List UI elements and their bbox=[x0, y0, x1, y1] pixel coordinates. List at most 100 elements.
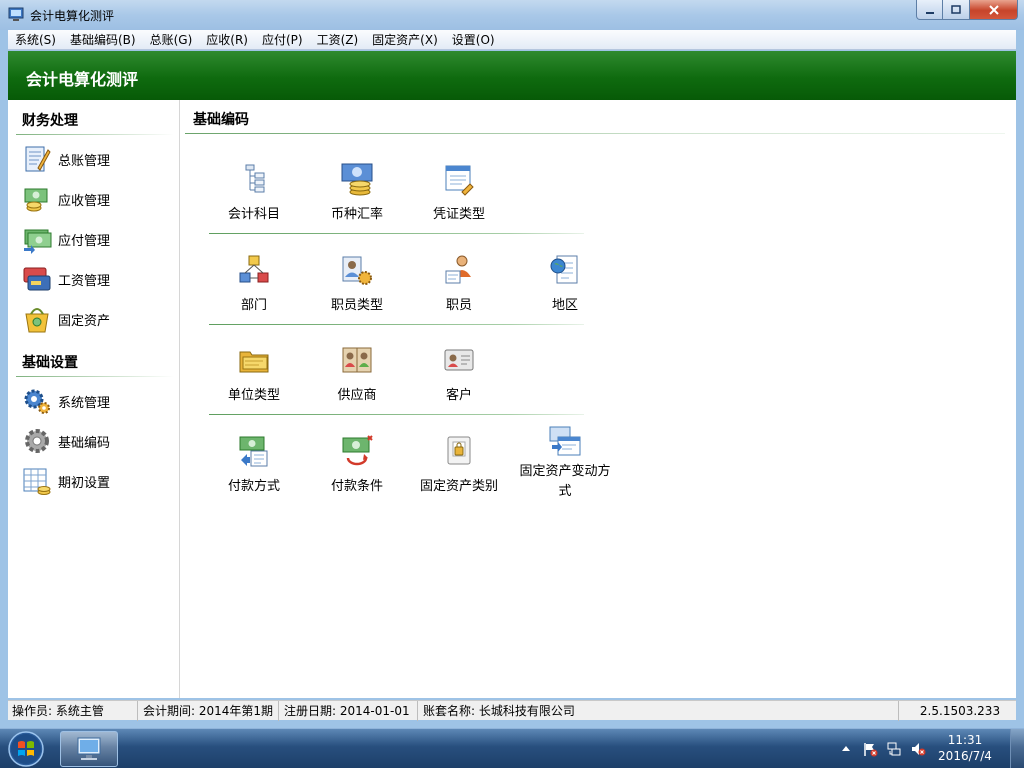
ledger-icon bbox=[25, 146, 51, 172]
sidebar-item-label: 应收管理 bbox=[58, 193, 111, 209]
tile-currency-rates[interactable]: 币种汇率 bbox=[307, 162, 407, 225]
tile-fixed-asset-change-methods[interactable]: 固定资产变动方式 bbox=[515, 425, 615, 502]
sidebar-section-finance: 财务处理 bbox=[22, 113, 78, 129]
sidebar-item-ledger[interactable]: 总账管理 bbox=[22, 143, 172, 175]
menu-payroll[interactable]: 工资(Z) bbox=[310, 30, 366, 49]
tile-fixed-asset-categories[interactable]: 固定资产类别 bbox=[409, 434, 509, 497]
page-title: 基础编码 bbox=[193, 112, 249, 128]
sidebar-item-basic-codes[interactable]: 基础编码 bbox=[22, 425, 172, 457]
tile-label: 单位类型 bbox=[227, 388, 280, 403]
volume-muted-icon[interactable] bbox=[910, 741, 926, 757]
status-bar: 操作员: 系统主管 会计期间: 2014年第1期 注册日期: 2014-01-0… bbox=[8, 700, 1016, 721]
receivable-icon bbox=[24, 188, 48, 212]
sidebar-item-label: 固定资产 bbox=[58, 313, 111, 329]
status-accounting-period: 会计期间: 2014年第1期 bbox=[139, 701, 279, 721]
asset-category-icon bbox=[447, 436, 471, 465]
folder-icon bbox=[239, 351, 269, 373]
sidebar-item-system-management[interactable]: 系统管理 bbox=[22, 385, 172, 417]
menu-basic-codes[interactable]: 基础编码(B) bbox=[63, 30, 143, 49]
maximize-button[interactable] bbox=[943, 0, 970, 20]
row-divider bbox=[209, 414, 584, 415]
taskbar: 11:31 2016/7/4 bbox=[0, 728, 1024, 768]
clock-time: 11:31 bbox=[947, 733, 983, 747]
clock-date: 2016/7/4 bbox=[938, 749, 992, 763]
tile-label: 付款方式 bbox=[227, 479, 280, 494]
close-button[interactable] bbox=[970, 0, 1018, 20]
status-version: 2.5.1503.233 bbox=[919, 704, 1001, 718]
tile-customers[interactable]: 客户 bbox=[409, 343, 509, 406]
sidebar-item-opening-settings[interactable]: 期初设置 bbox=[22, 465, 172, 497]
title-bar[interactable]: 会计电算化测评 bbox=[0, 0, 1024, 30]
show-desktop-button[interactable] bbox=[1010, 729, 1024, 768]
minimize-icon bbox=[925, 11, 934, 14]
tile-suppliers[interactable]: 供应商 bbox=[307, 343, 407, 406]
tile-accounting-subjects[interactable]: 会计科目 bbox=[204, 162, 304, 225]
sidebar-item-label: 工资管理 bbox=[58, 273, 111, 289]
fixed-asset-icon bbox=[25, 308, 49, 333]
tile-label: 客户 bbox=[445, 388, 472, 403]
app-icon bbox=[8, 7, 24, 21]
payable-icon bbox=[24, 229, 52, 254]
show-hidden-icons-icon[interactable] bbox=[838, 741, 854, 757]
payroll-icon bbox=[23, 267, 51, 291]
system-gears-icon bbox=[24, 389, 50, 414]
sidebar: 财务处理 总账管理 应收管理 应付管理 工资管理 固定资产 基础设置 系统管理 … bbox=[8, 100, 180, 698]
menu-system[interactable]: 系统(S) bbox=[8, 30, 63, 49]
tile-regions[interactable]: 地区 bbox=[515, 253, 615, 316]
sidebar-divider bbox=[16, 134, 174, 135]
clock[interactable]: 11:31 2016/7/4 bbox=[930, 732, 1000, 764]
tree-icon bbox=[245, 164, 265, 193]
sidebar-divider bbox=[16, 376, 174, 377]
region-icon bbox=[550, 255, 578, 284]
sidebar-item-label: 总账管理 bbox=[58, 153, 111, 169]
start-button[interactable] bbox=[4, 730, 48, 768]
sidebar-item-label: 应付管理 bbox=[58, 233, 111, 249]
supplier-icon bbox=[342, 347, 372, 373]
menu-general-ledger[interactable]: 总账(G) bbox=[143, 30, 200, 49]
tile-label: 付款条件 bbox=[330, 479, 383, 494]
menu-receivable[interactable]: 应收(R) bbox=[199, 30, 255, 49]
menu-payable[interactable]: 应付(P) bbox=[255, 30, 310, 49]
app-window: 会计电算化测评 系统(S) 基础编码(B) 总账(G) 应收(R) 应付(P) … bbox=[0, 0, 1024, 728]
action-center-flag-icon[interactable] bbox=[862, 741, 878, 757]
voucher-icon bbox=[445, 165, 474, 196]
tile-label: 凭证类型 bbox=[432, 207, 485, 222]
sidebar-section-basic-settings: 基础设置 bbox=[22, 355, 78, 371]
tile-label: 部门 bbox=[240, 298, 267, 313]
tile-departments[interactable]: 部门 bbox=[204, 253, 304, 316]
customer-icon bbox=[444, 349, 474, 371]
content-area: 财务处理 总账管理 应收管理 应付管理 工资管理 固定资产 基础设置 系统管理 … bbox=[8, 100, 1016, 698]
menu-settings[interactable]: 设置(O) bbox=[445, 30, 502, 49]
sidebar-item-fixed-assets[interactable]: 固定资产 bbox=[22, 303, 172, 335]
tile-payment-methods[interactable]: 付款方式 bbox=[204, 434, 304, 497]
tile-label: 会计科目 bbox=[227, 207, 280, 222]
department-icon bbox=[239, 255, 269, 283]
gear-icon bbox=[25, 429, 49, 453]
tile-staff-types[interactable]: 职员类型 bbox=[307, 253, 407, 316]
tile-voucher-types[interactable]: 凭证类型 bbox=[409, 162, 509, 225]
tile-label: 地区 bbox=[551, 298, 578, 313]
sidebar-item-label: 期初设置 bbox=[58, 475, 111, 491]
taskbar-app-button[interactable] bbox=[60, 731, 118, 767]
main-panel: 基础编码 会计科目 币种汇率 凭证类型 部门 职员类型 职员 地区 单位类型 供… bbox=[181, 100, 1016, 698]
tile-unit-types[interactable]: 单位类型 bbox=[204, 343, 304, 406]
tile-payment-terms[interactable]: 付款条件 bbox=[307, 434, 407, 497]
sidebar-item-receivable[interactable]: 应收管理 bbox=[22, 183, 172, 215]
sidebar-item-label: 系统管理 bbox=[58, 395, 111, 411]
window-title: 会计电算化测评 bbox=[30, 9, 115, 23]
payment-terms-icon bbox=[342, 435, 373, 466]
sidebar-item-payroll[interactable]: 工资管理 bbox=[22, 263, 172, 295]
tile-staff[interactable]: 职员 bbox=[409, 253, 509, 316]
tile-label: 固定资产变动方式 bbox=[519, 464, 611, 499]
network-icon[interactable] bbox=[886, 741, 902, 757]
sidebar-item-payable[interactable]: 应付管理 bbox=[22, 223, 172, 255]
header-banner: 会计电算化测评 bbox=[8, 51, 1016, 100]
sidebar-item-label: 基础编码 bbox=[58, 435, 111, 451]
staff-icon bbox=[445, 255, 471, 284]
minimize-button[interactable] bbox=[916, 0, 943, 20]
banner-title: 会计电算化测评 bbox=[26, 70, 139, 89]
asset-change-icon bbox=[549, 426, 581, 456]
menu-fixed-assets[interactable]: 固定资产(X) bbox=[365, 30, 445, 49]
status-account-set-name: 账套名称: 长城科技有限公司 bbox=[419, 701, 899, 721]
currency-icon bbox=[341, 163, 373, 196]
